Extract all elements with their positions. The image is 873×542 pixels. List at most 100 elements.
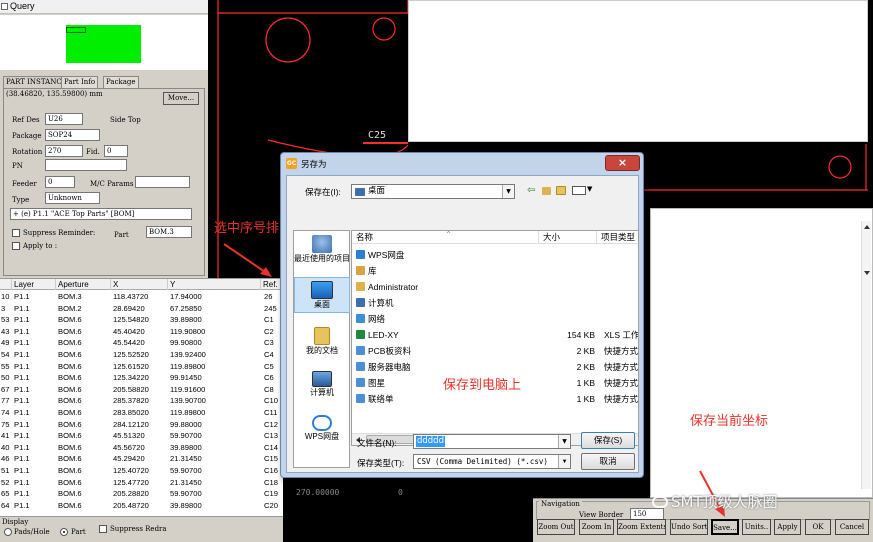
table-cell: 59.90700 bbox=[170, 489, 202, 499]
place-desktop[interactable]: 桌面 bbox=[294, 277, 350, 313]
table-cell: C14 bbox=[264, 442, 278, 452]
undo-sort-button[interactable]: Undo Sort bbox=[670, 519, 708, 535]
move-button[interactable]: Move... bbox=[163, 92, 199, 105]
table-row[interactable]: 75 P1.1 BOM.6 284.12120 99.88000 C12 bbox=[0, 419, 283, 431]
query-title-bar[interactable]: Query bbox=[0, 0, 208, 14]
table-row[interactable]: 3 P1.1 BOM.2 28.69420 67.25850 245 bbox=[0, 303, 283, 315]
save-in-select[interactable]: 桌面 ▼ bbox=[351, 184, 515, 199]
feeder-field[interactable]: 0 bbox=[45, 176, 75, 188]
table-cell: 10 bbox=[1, 292, 10, 301]
apply-button[interactable]: Apply bbox=[774, 519, 801, 535]
aperture-table[interactable]: Layer Aperture X Y Ref. 10 P1.1 BOM.3 118.4… bbox=[0, 278, 283, 516]
file-row[interactable]: 联络单 1 KB 快捷方式 bbox=[354, 391, 638, 407]
place-label: 最近使用的项目 bbox=[294, 254, 350, 263]
save-button[interactable]: 保存(S) bbox=[581, 432, 635, 449]
pn-field[interactable] bbox=[45, 159, 127, 171]
part-label: Part bbox=[114, 231, 129, 239]
mc-params-field[interactable] bbox=[135, 176, 190, 188]
header-aperture[interactable]: Aperture bbox=[56, 279, 111, 290]
table-row[interactable]: 50 P1.1 BOM.6 125.34220 99.91450 C6 bbox=[0, 372, 283, 384]
units-button[interactable]: Units.. bbox=[742, 519, 771, 535]
table-cell: 284.12120 bbox=[113, 419, 149, 429]
tab-package[interactable]: Package bbox=[103, 76, 139, 88]
close-icon[interactable]: × bbox=[605, 155, 640, 171]
file-list[interactable]: 名称 ^ 大小 项目类型 WPS网盘库 Administrator 计算机 网络 LED… bbox=[351, 230, 639, 446]
table-row[interactable]: 64 P1.1 BOM.6 205.48720 39.89800 C20 bbox=[0, 500, 283, 512]
place-wps-cloud[interactable]: WPS网盘 bbox=[294, 415, 350, 441]
table-row[interactable]: 52 P1.1 BOM.6 125.47720 21.31450 C18 bbox=[0, 477, 283, 489]
ref-des-field[interactable]: U26 bbox=[45, 113, 83, 125]
table-row[interactable]: 65 P1.1 BOM.6 205.28820 59.90700 C19 bbox=[0, 488, 283, 500]
table-cell: C4 bbox=[264, 350, 274, 359]
fid-field[interactable]: 0 bbox=[104, 145, 128, 157]
filename-input[interactable]: ddddd ▼ bbox=[413, 434, 571, 449]
table-row[interactable]: 46 P1.1 BOM.6 45.29420 21.31450 C15 bbox=[0, 453, 283, 465]
navigation-title: Navigation bbox=[539, 500, 582, 508]
filetype-select[interactable]: CSV (Comma Delimited) (*.csv) ▼ bbox=[413, 454, 571, 469]
file-row[interactable]: PCB板资料 2 KB 快捷方式 bbox=[354, 343, 638, 359]
cancel-button[interactable]: 取消 bbox=[581, 453, 635, 470]
place-recent[interactable]: 最近使用的项目 bbox=[294, 235, 350, 263]
save-as-dialog: GC 另存为 × 保存在(I): 桌面 ▼ ⇦ ▼ 最近使用的项目 桌面 我的文… bbox=[280, 152, 644, 478]
table-cell: 43 bbox=[1, 326, 10, 336]
file-row[interactable]: 网络 bbox=[354, 311, 638, 327]
table-cell: 40 bbox=[1, 442, 10, 452]
up-folder-icon[interactable] bbox=[542, 187, 551, 195]
dialog-title-bar[interactable]: GC 另存为 × bbox=[281, 153, 643, 173]
table-row[interactable]: 54 P1.1 BOM.6 125.52520 139.92400 C4 bbox=[0, 349, 283, 361]
file-name: 网络 bbox=[368, 314, 386, 324]
suppress-redraw-checkbox[interactable] bbox=[99, 525, 107, 533]
new-folder-icon[interactable] bbox=[556, 186, 566, 195]
vertical-scrollbar[interactable] bbox=[861, 221, 871, 489]
view-menu-chevron-icon[interactable]: ▼ bbox=[587, 185, 592, 193]
table-row[interactable]: 77 P1.1 BOM.6 285.37820 139.90700 C10 bbox=[0, 395, 283, 407]
table-row[interactable]: 49 P1.1 BOM.6 45.54420 99.90800 C3 bbox=[0, 337, 283, 349]
header-layer[interactable]: Layer bbox=[12, 279, 56, 290]
part-radio[interactable] bbox=[60, 528, 68, 536]
file-row[interactable]: 服务器电脑 2 KB 快捷方式 bbox=[354, 359, 638, 375]
zoom-extents-button[interactable]: Zoom Extents bbox=[617, 519, 666, 535]
file-row[interactable]: WPS网盘 bbox=[354, 247, 638, 263]
ok-button[interactable]: OK bbox=[805, 519, 831, 535]
table-row[interactable]: 10 P1.1 BOM.3 118.43720 17.94000 26 bbox=[0, 291, 283, 303]
table-cell: P1.1 bbox=[14, 500, 30, 510]
column-size[interactable]: 大小 bbox=[539, 231, 597, 244]
network-icon bbox=[356, 314, 365, 323]
header-x[interactable]: X bbox=[111, 279, 168, 290]
file-row[interactable]: 库 bbox=[354, 263, 638, 279]
table-row[interactable]: 53 P1.1 BOM.6 125.54820 39.89800 C1 bbox=[0, 314, 283, 326]
view-menu-icon[interactable] bbox=[572, 186, 586, 195]
save-coordinates-button[interactable]: Save... bbox=[711, 519, 739, 535]
back-arrow-icon[interactable]: ⇦ bbox=[527, 185, 535, 196]
place-documents[interactable]: 我的文档 bbox=[294, 327, 350, 355]
zoom-out-button[interactable]: Zoom Out bbox=[537, 519, 575, 535]
table-row[interactable]: 55 P1.1 BOM.6 125.61520 119.89800 C5 bbox=[0, 361, 283, 373]
file-row[interactable]: 计算机 bbox=[354, 295, 638, 311]
column-type[interactable]: 项目类型 bbox=[597, 231, 638, 244]
part-field[interactable]: BOM.3 bbox=[146, 226, 192, 238]
zoom-in-button[interactable]: Zoom In bbox=[579, 519, 614, 535]
file-row[interactable]: LED-XY 154 KB XLS 工作表 bbox=[354, 327, 638, 343]
pads-hole-radio[interactable] bbox=[4, 528, 12, 536]
table-row[interactable]: 67 P1.1 BOM.6 205.58820 119.91600 C8 bbox=[0, 384, 283, 396]
bom-line-field[interactable]: + (e) P1.1 "ACE Top Parts" [BOM] bbox=[10, 208, 192, 220]
table-row[interactable]: 74 P1.1 BOM.6 283.85020 119.89800 C11 bbox=[0, 407, 283, 419]
right-list-panel[interactable] bbox=[650, 208, 873, 498]
cancel-nav-button[interactable]: Cancel bbox=[835, 519, 869, 535]
table-row[interactable]: 43 P1.1 BOM.6 45.40420 119.90800 C2 bbox=[0, 326, 283, 338]
tab-part-info[interactable]: Part Info bbox=[61, 76, 99, 88]
display-options: Display Pads/Hole Part Suppress Redra bbox=[0, 516, 283, 542]
type-field[interactable]: Unknown bbox=[45, 192, 100, 204]
place-computer[interactable]: 计算机 bbox=[294, 371, 350, 397]
desktop-icon bbox=[311, 281, 333, 299]
suppress-reminder-checkbox[interactable] bbox=[12, 229, 20, 237]
file-row[interactable]: Administrator bbox=[354, 279, 638, 295]
package-field[interactable]: SOP24 bbox=[45, 129, 100, 141]
table-cell: C10 bbox=[264, 396, 278, 406]
table-row[interactable]: 41 P1.1 BOM.6 45.51320 59.90700 C13 bbox=[0, 430, 283, 442]
apply-to-checkbox[interactable] bbox=[12, 242, 20, 250]
fid-label: Fid. bbox=[86, 148, 100, 156]
table-row[interactable]: 51 P1.1 BOM.6 125.40720 59.90700 C16 bbox=[0, 465, 283, 477]
table-row[interactable]: 40 P1.1 BOM.6 45.56720 39.89800 C14 bbox=[0, 442, 283, 454]
rotation-field[interactable]: 270 bbox=[45, 145, 83, 157]
